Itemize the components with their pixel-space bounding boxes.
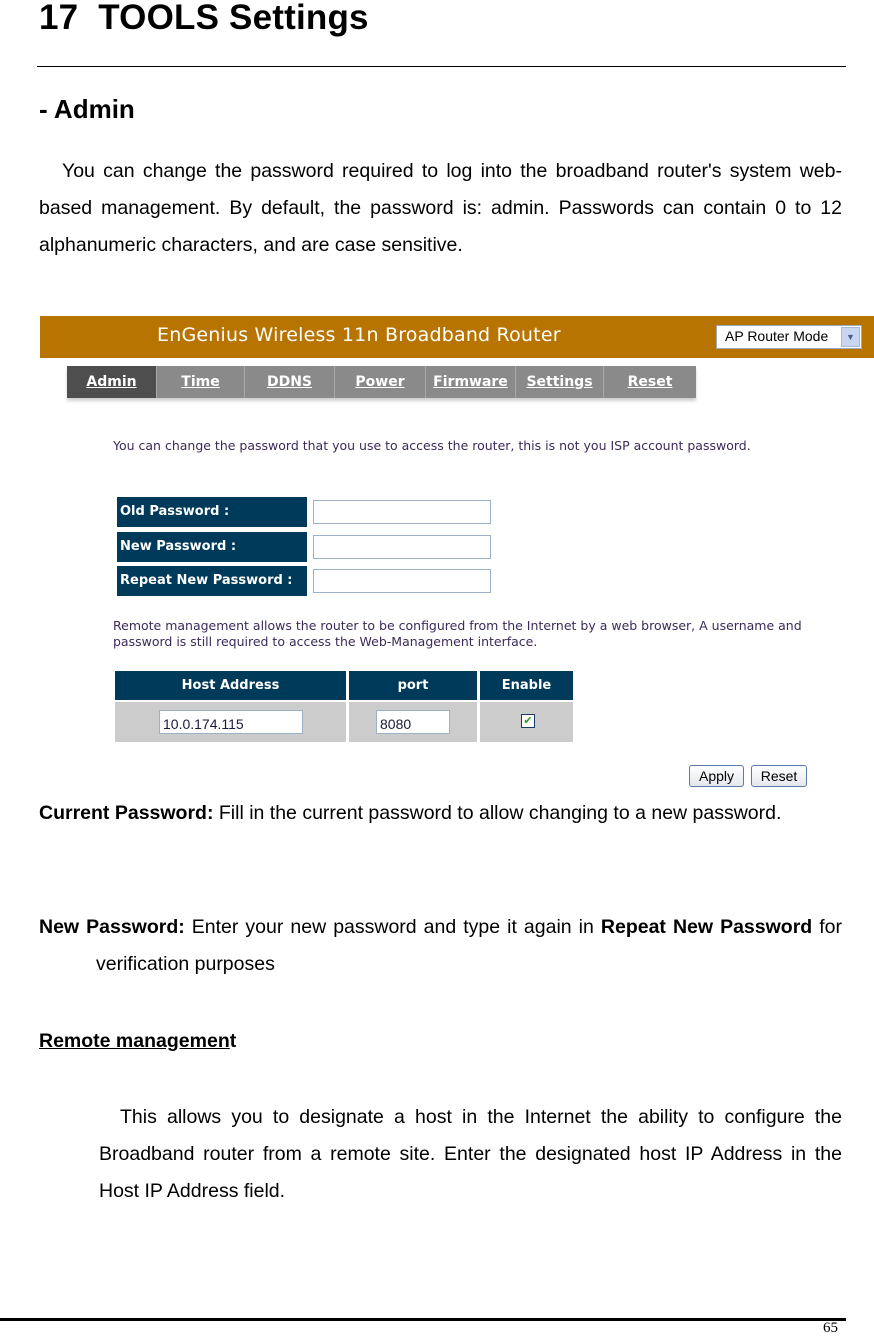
tab-reset[interactable]: Reset xyxy=(604,366,696,398)
tab-time[interactable]: Time xyxy=(157,366,245,398)
tab-power[interactable]: Power xyxy=(335,366,426,398)
chapter-divider xyxy=(37,66,846,67)
new-password-text: Enter your new password and type it agai… xyxy=(184,916,601,938)
remote-management-heading-tail: t xyxy=(229,1030,237,1052)
section-title: - Admin xyxy=(39,94,135,124)
new-password-definition: New Password: Enter your new password an… xyxy=(39,909,842,983)
intro-paragraph: You can change the password required to … xyxy=(39,153,842,264)
reset-button[interactable]: Reset xyxy=(751,765,807,787)
footer-divider xyxy=(0,1318,846,1321)
router-header: EnGenius Wireless 11n Broadband Router A… xyxy=(40,316,874,358)
password-description: You can change the password that you use… xyxy=(113,438,751,453)
enable-header: Enable xyxy=(480,671,573,700)
remote-management-paragraph: This allows you to designate a host in t… xyxy=(99,1099,842,1210)
host-address-cell xyxy=(115,702,346,742)
remote-management-heading-underlined: Remote managemen xyxy=(39,1030,230,1052)
repeat-password-input[interactable] xyxy=(313,569,491,593)
chevron-down-icon[interactable]: ▼ xyxy=(841,327,860,347)
checkmark-icon: ✔ xyxy=(523,714,533,727)
page-number: 65 xyxy=(823,1320,838,1336)
tab-firmware[interactable]: Firmware xyxy=(426,366,516,398)
intro-text: You can change the password required to … xyxy=(39,160,842,256)
port-cell xyxy=(349,702,477,742)
tab-bar: Admin Time DDNS Power Firmware Settings … xyxy=(67,366,696,398)
enable-checkbox[interactable]: ✔ xyxy=(521,714,535,728)
current-password-term: Current Password: xyxy=(39,802,214,824)
current-password-text: Fill in the current password to allow ch… xyxy=(213,802,782,824)
remote-management-description: Remote management allows the router to b… xyxy=(113,618,802,649)
current-password-definition: Current Password: Fill in the current pa… xyxy=(39,795,842,832)
port-header: port xyxy=(349,671,477,700)
tab-admin[interactable]: Admin xyxy=(67,366,157,398)
mode-select-value: AP Router Mode xyxy=(725,328,829,344)
tab-ddns[interactable]: DDNS xyxy=(245,366,335,398)
host-address-input[interactable] xyxy=(159,710,303,734)
remote-management-text: This allows you to designate a host in t… xyxy=(99,1106,842,1202)
new-password-label: New Password : xyxy=(117,532,307,562)
new-password-input[interactable] xyxy=(313,535,491,559)
enable-cell: ✔ xyxy=(480,702,573,742)
host-address-header: Host Address xyxy=(115,671,346,700)
mode-select[interactable]: AP Router Mode ▼ xyxy=(716,325,862,349)
chapter-title: 17 TOOLS Settings xyxy=(39,0,369,38)
old-password-input[interactable] xyxy=(313,500,491,524)
chapter-title-text: TOOLS Settings xyxy=(98,0,369,37)
new-password-term: New Password: xyxy=(39,916,185,938)
old-password-label: Old Password : xyxy=(117,497,307,527)
repeat-password-label: Repeat New Password : xyxy=(117,566,307,596)
router-title: EnGenius Wireless 11n Broadband Router xyxy=(157,324,561,346)
tab-settings[interactable]: Settings xyxy=(516,366,604,398)
repeat-new-password-emphasis: Repeat New Password xyxy=(600,916,813,938)
apply-button[interactable]: Apply xyxy=(689,765,744,787)
chapter-number: 17 xyxy=(39,0,79,37)
router-screenshot: EnGenius Wireless 11n Broadband Router A… xyxy=(40,316,874,790)
remote-management-heading: Remote management xyxy=(39,1030,236,1053)
port-input[interactable] xyxy=(376,710,450,734)
